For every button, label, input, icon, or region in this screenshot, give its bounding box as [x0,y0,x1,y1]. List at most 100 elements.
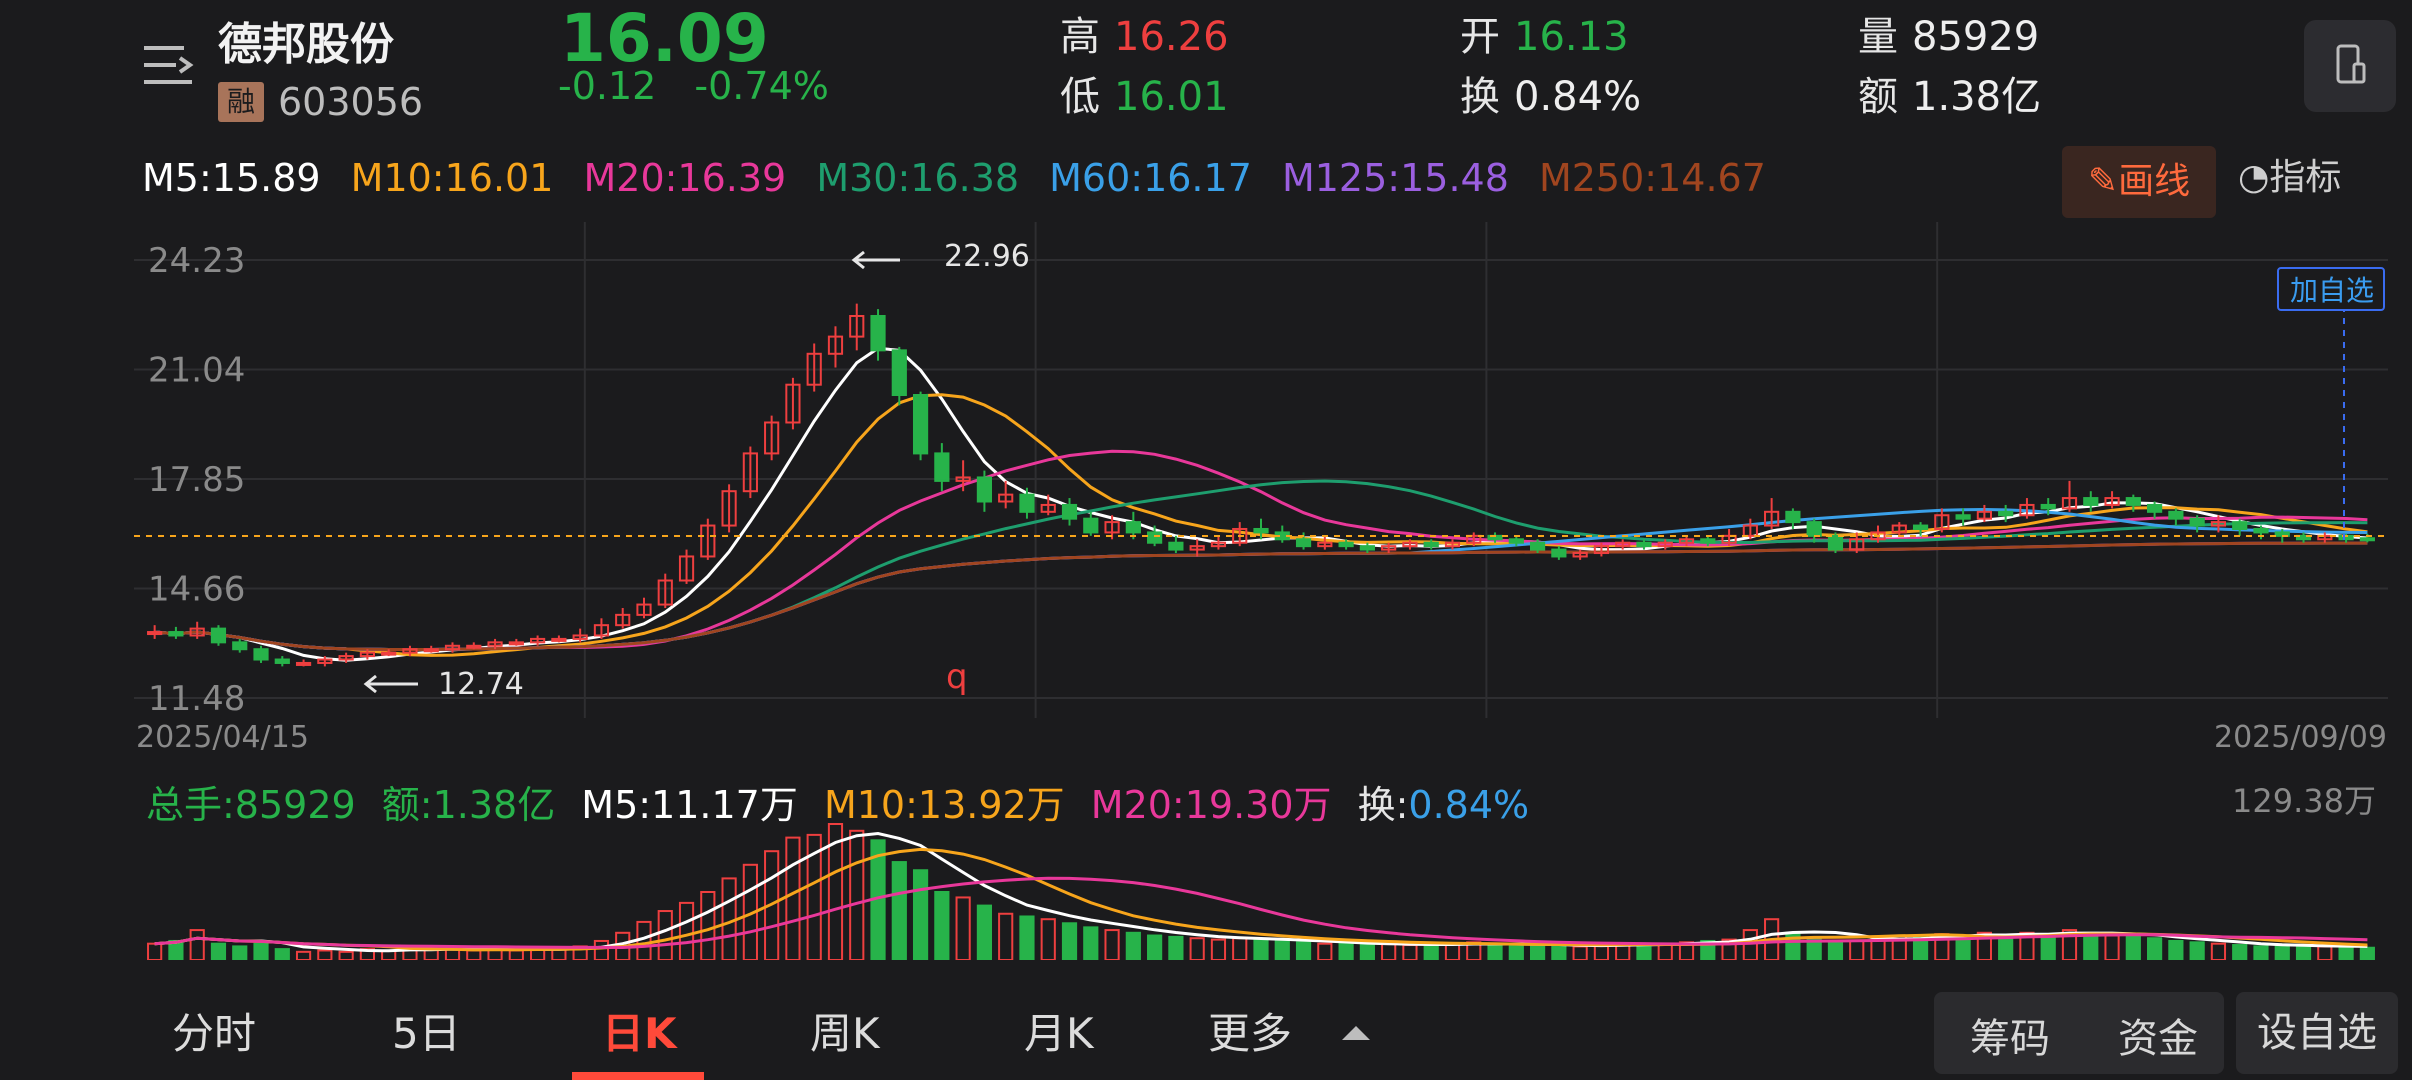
y-tick-label: 24.23 [148,241,245,281]
candle-body [870,314,886,352]
candle-body [2083,497,2099,506]
volume-bar [1232,937,1248,960]
quote-turnover: 换 0.84% [1460,64,1641,122]
volume-bar [1827,941,1844,960]
volume-bar [1295,941,1312,960]
date-start: 2025/04/15 [136,720,309,755]
candle-body [891,349,907,397]
volume-bar [1019,915,1035,960]
candle-body [2147,503,2163,513]
change-value: -0.12 [558,64,657,108]
volume-bar [657,910,673,960]
volume-bar [1849,939,1865,960]
volume-bar [253,942,269,960]
volume-bar [1317,942,1333,960]
menu-icon[interactable] [140,40,196,90]
ma60-label: M60:16.17 [1049,156,1252,200]
ma125-label: M125:15.48 [1281,156,1509,200]
phone-icon [2336,44,2366,84]
volume-bar [1083,926,1099,960]
volume-bar [317,949,333,960]
caret-up-icon[interactable] [1342,1026,1370,1040]
quote-volume: 量 85929 [1858,4,2039,62]
volume-bar [1274,939,1290,960]
volume-bar [1572,945,1588,960]
kline-chart[interactable]: 24.2321.0417.8514.6611.48 22.96 12.74 q … [134,222,2388,718]
amount-label: 额 [1858,74,1898,120]
volume-value: 85929 [1912,14,2040,60]
volume-bar [2210,942,2227,960]
change-percent: -0.74% [694,64,829,108]
tab-intraday[interactable]: 分时 [172,1000,256,1061]
candle-body [1912,524,1929,530]
volume-bar [2317,945,2333,960]
volume-bar [2359,946,2375,960]
quote-amount: 额 1.38亿 [1858,64,2041,122]
volume-bar [1402,944,1418,960]
candle-body [1551,548,1567,558]
ma-line-m30 [154,479,2368,651]
chips-button[interactable]: 筹码 [1970,1006,2050,1064]
indicator-button[interactable]: ◔指标 [2238,148,2341,200]
volume-bar [1742,929,1758,960]
gauge-icon: ◔ [2238,157,2270,198]
candle-body [1508,538,1524,544]
volume-bar [1040,918,1056,960]
ma5-label: M5:15.89 [142,156,321,200]
ma-line-m125 [154,541,2368,651]
funds-button[interactable]: 资金 [2118,1006,2198,1064]
y-tick-label: 14.66 [148,570,245,610]
volume-label: 量 [1858,14,1898,60]
candle-body [1998,510,2014,517]
candle-body [1785,510,1801,524]
tab-more[interactable]: 更多 [1208,1000,1292,1061]
add-watchlist-button[interactable]: 设自选 [2236,992,2398,1074]
stock-code: 603056 [278,80,424,124]
candle-body [1253,527,1269,534]
candle-body [253,648,269,661]
volume-bar [2083,931,2099,960]
candle-body [2253,527,2269,534]
candle-body [1147,531,1163,544]
candle-body [1168,541,1184,551]
volume-bar [912,869,929,960]
add-watch-tag[interactable]: 加自选 [2277,267,2385,311]
volume-bar [1551,944,1567,960]
volume-bar [2189,941,2205,960]
volume-bar [998,912,1014,960]
open-label: 开 [1460,14,1500,60]
volume-bar [1253,938,1269,960]
volume-bar [295,950,312,960]
low-label: 低 [1060,74,1100,120]
tab-five-day[interactable]: 5日 [392,1000,461,1061]
ma30-label: M30:16.38 [816,156,1020,200]
candle-body [2359,537,2375,542]
y-tick-label: 11.48 [148,679,245,718]
volume-bar [1381,942,1397,960]
volume-ma-line-m10 [154,847,2368,952]
tab-weekly-k[interactable]: 周K [810,1000,880,1061]
ma-line-m20 [154,449,2368,651]
tab-daily-k[interactable]: 日K [602,1000,677,1061]
volume-bar [678,901,695,960]
candle-body [423,648,439,653]
min-annotation: 12.74 [438,667,524,702]
tab-monthly-k[interactable]: 月K [1024,1000,1094,1061]
tab-active-indicator [572,1072,704,1080]
volume-chart[interactable] [134,814,2388,960]
device-toggle-button[interactable] [2304,20,2396,112]
volume-bar [1508,944,1524,960]
candle-body [1061,503,1078,520]
candle-body [912,394,929,455]
volume-bar [1168,935,1184,960]
volume-bar [1338,942,1354,960]
volume-bar [849,829,865,960]
volume-bar [785,836,801,960]
turnover-value: 0.84% [1514,74,1642,120]
volume-bar [1529,945,1546,960]
volume-bar [1210,938,1227,960]
draw-line-button[interactable]: ✎画线 [2062,146,2216,218]
volume-bar [1359,944,1375,960]
candle-body [2040,503,2056,510]
price-change: -0.12 -0.74% [558,64,829,108]
